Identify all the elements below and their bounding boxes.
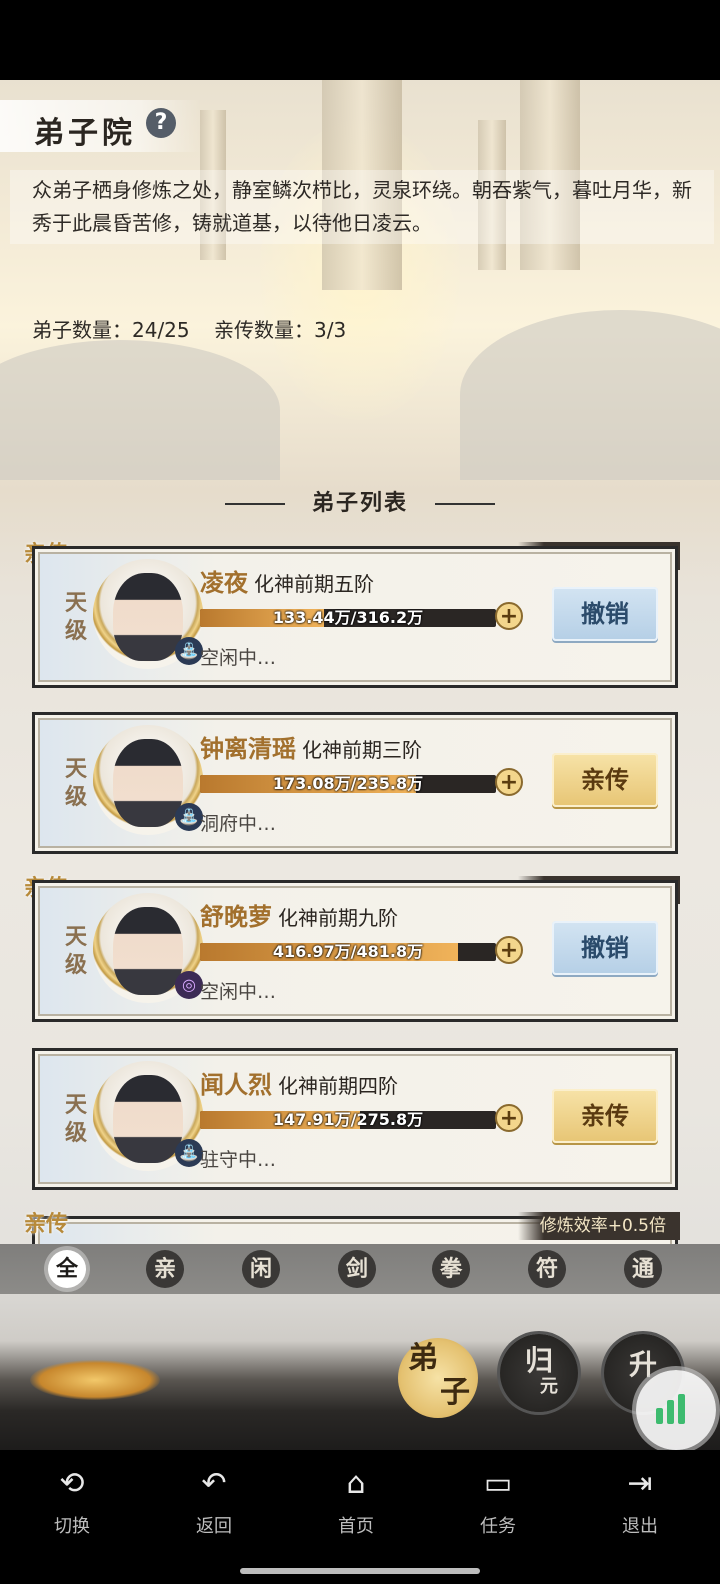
- nav-label: 首页: [338, 1516, 374, 1537]
- efficiency-tag: 修炼效率+0.5倍: [517, 1212, 680, 1240]
- progress-text: 133.44万/316.2万: [272, 609, 424, 627]
- switch-icon: ⟲: [59, 1466, 85, 1501]
- nav-label: 返回: [196, 1516, 232, 1537]
- disciple-name: 闻人烈 化神前期四阶: [200, 1065, 398, 1100]
- tier-label: 天级: [65, 590, 88, 644]
- disciple-count: 弟子数量：24/25: [32, 318, 190, 342]
- portrait: [113, 573, 183, 661]
- cultivation-progress-bar: 173.08万/235.8万: [200, 775, 496, 793]
- disciple-card[interactable]: 天级 ⛲ 闻人烈 化神前期四阶 147.91万/275.8万 + 驻守中… 亲传: [32, 1048, 678, 1190]
- name-text: 舒晚萝: [200, 902, 272, 931]
- disciple-card[interactable]: 天级 ⛲ 凌夜 化神前期五阶 133.44万/316.2万 + 空闲中… 撤销: [32, 546, 678, 688]
- realm-text: 化神前期三阶: [302, 738, 422, 762]
- name-text: 钟离清瑶: [200, 734, 296, 763]
- inherit-count: 亲传数量：3/3: [214, 318, 347, 342]
- cultivation-progress-bar: 133.44万/316.2万: [200, 609, 496, 627]
- realm-text: 化神前期九阶: [278, 906, 398, 930]
- nav-label: 任务: [480, 1516, 516, 1537]
- disciple-hall-button[interactable]: 弟 子: [398, 1338, 478, 1418]
- nav-home[interactable]: ⌂ 首页: [306, 1462, 406, 1538]
- portrait: [113, 739, 183, 827]
- status-text: 洞府中…: [200, 813, 277, 835]
- filter-sword[interactable]: 剑: [338, 1250, 376, 1288]
- stats-bar-icon: [678, 1394, 685, 1424]
- revoke-button[interactable]: 撤销: [552, 921, 658, 975]
- home-icon: ⌂: [346, 1466, 366, 1501]
- disciple-name: 舒晚萝 化神前期九阶: [200, 897, 398, 932]
- stats-row: 弟子数量：24/25 亲传数量：3/3: [32, 314, 364, 343]
- page-title: 弟子院: [34, 116, 136, 151]
- section-title: 弟子列表: [311, 490, 408, 516]
- status-text: 空闲中…: [200, 981, 277, 1003]
- gold-cloud-ornament: [30, 1360, 160, 1400]
- origin-char: 元: [540, 1376, 558, 1397]
- disciple-card[interactable]: 天级 ◎ 舒晚萝 化神前期九阶 416.97万/481.8万 + 空闲中… 撤销: [32, 880, 678, 1022]
- filter-bar: 全 亲 闲 剑 拳 符 通: [0, 1244, 720, 1294]
- add-progress-button[interactable]: +: [495, 936, 523, 964]
- nav-switch[interactable]: ⟲ 切换: [22, 1462, 122, 1538]
- filter-idle[interactable]: 闲: [242, 1250, 280, 1288]
- portrait: [113, 907, 183, 995]
- add-progress-button[interactable]: +: [495, 768, 523, 796]
- divider-right: [435, 503, 495, 505]
- realm-text: 化神前期五阶: [254, 572, 374, 596]
- nav-task[interactable]: ▭ 任务: [448, 1462, 548, 1538]
- make-inherit-button[interactable]: 亲传: [552, 753, 658, 807]
- floating-stats-button[interactable]: [636, 1370, 716, 1450]
- status-text: 驻守中…: [200, 1149, 277, 1171]
- divider-left: [225, 503, 285, 505]
- filter-inherit[interactable]: 亲: [146, 1250, 184, 1288]
- section-header: 弟子列表: [225, 484, 495, 522]
- water-element-icon: ⛲: [175, 637, 203, 665]
- disciple-char-1: 弟: [408, 1341, 438, 1376]
- water-element-icon: ⛲: [175, 803, 203, 831]
- nav-back[interactable]: ↶ 返回: [164, 1462, 264, 1538]
- add-progress-button[interactable]: +: [495, 602, 523, 630]
- home-indicator[interactable]: [240, 1568, 480, 1574]
- stats-bar-icon: [656, 1408, 663, 1424]
- status-bar: [0, 0, 720, 80]
- back-icon: ↶: [201, 1466, 227, 1501]
- mountain: [0, 340, 280, 480]
- filter-fist[interactable]: 拳: [432, 1250, 470, 1288]
- disciple-card[interactable]: 天级 ⛲ 钟离清瑶 化神前期三阶 173.08万/235.8万 + 洞府中… 亲传: [32, 712, 678, 854]
- inherit-tag: 亲传: [24, 1211, 69, 1237]
- disciple-name: 钟离清瑶 化神前期三阶: [200, 729, 422, 764]
- revoke-button[interactable]: 撤销: [552, 587, 658, 641]
- portrait: [113, 1075, 183, 1163]
- hall-description: 众弟子栖身修炼之处，静室鳞次栉比，灵泉环绕。朝吞紫气，暮吐月华，新秀于此晨昏苦修…: [10, 170, 714, 244]
- filter-general[interactable]: 通: [624, 1250, 662, 1288]
- cultivation-progress-bar: 416.97万/481.8万: [200, 943, 496, 961]
- system-nav-bar: ⟲ 切换 ↶ 返回 ⌂ 首页 ▭ 任务 ⇥ 退出: [0, 1450, 720, 1584]
- exit-icon: ⇥: [627, 1466, 653, 1501]
- make-inherit-button[interactable]: 亲传: [552, 1089, 658, 1143]
- realm-text: 化神前期四阶: [278, 1074, 398, 1098]
- tier-label: 天级: [65, 756, 88, 810]
- nav-label: 切换: [54, 1516, 90, 1537]
- tier-label: 天级: [65, 924, 88, 978]
- filter-all[interactable]: 全: [48, 1250, 86, 1288]
- task-icon: ▭: [483, 1466, 513, 1501]
- mountain: [460, 310, 720, 480]
- spirit-element-icon: ◎: [175, 971, 203, 999]
- disciple-char-2: 子: [440, 1375, 470, 1410]
- add-progress-button[interactable]: +: [495, 1104, 523, 1132]
- return-char: 归: [524, 1344, 553, 1377]
- return-origin-button[interactable]: 归 元: [500, 1334, 578, 1412]
- progress-text: 416.97万/481.8万: [272, 943, 424, 961]
- progress-text: 147.91万/275.8万: [272, 1111, 424, 1129]
- name-text: 凌夜: [200, 568, 248, 597]
- name-text: 闻人烈: [200, 1070, 272, 1099]
- status-text: 空闲中…: [200, 647, 277, 669]
- filter-talisman[interactable]: 符: [528, 1250, 566, 1288]
- disciple-name: 凌夜 化神前期五阶: [200, 563, 374, 598]
- water-element-icon: ⛲: [175, 1139, 203, 1167]
- tier-label: 天级: [65, 1092, 88, 1146]
- stats-bar-icon: [667, 1400, 674, 1424]
- cultivation-progress-bar: 147.91万/275.8万: [200, 1111, 496, 1129]
- nav-exit[interactable]: ⇥ 退出: [590, 1462, 690, 1538]
- help-icon[interactable]: ?: [146, 108, 176, 138]
- progress-text: 173.08万/235.8万: [272, 775, 424, 793]
- nav-label: 退出: [622, 1516, 658, 1537]
